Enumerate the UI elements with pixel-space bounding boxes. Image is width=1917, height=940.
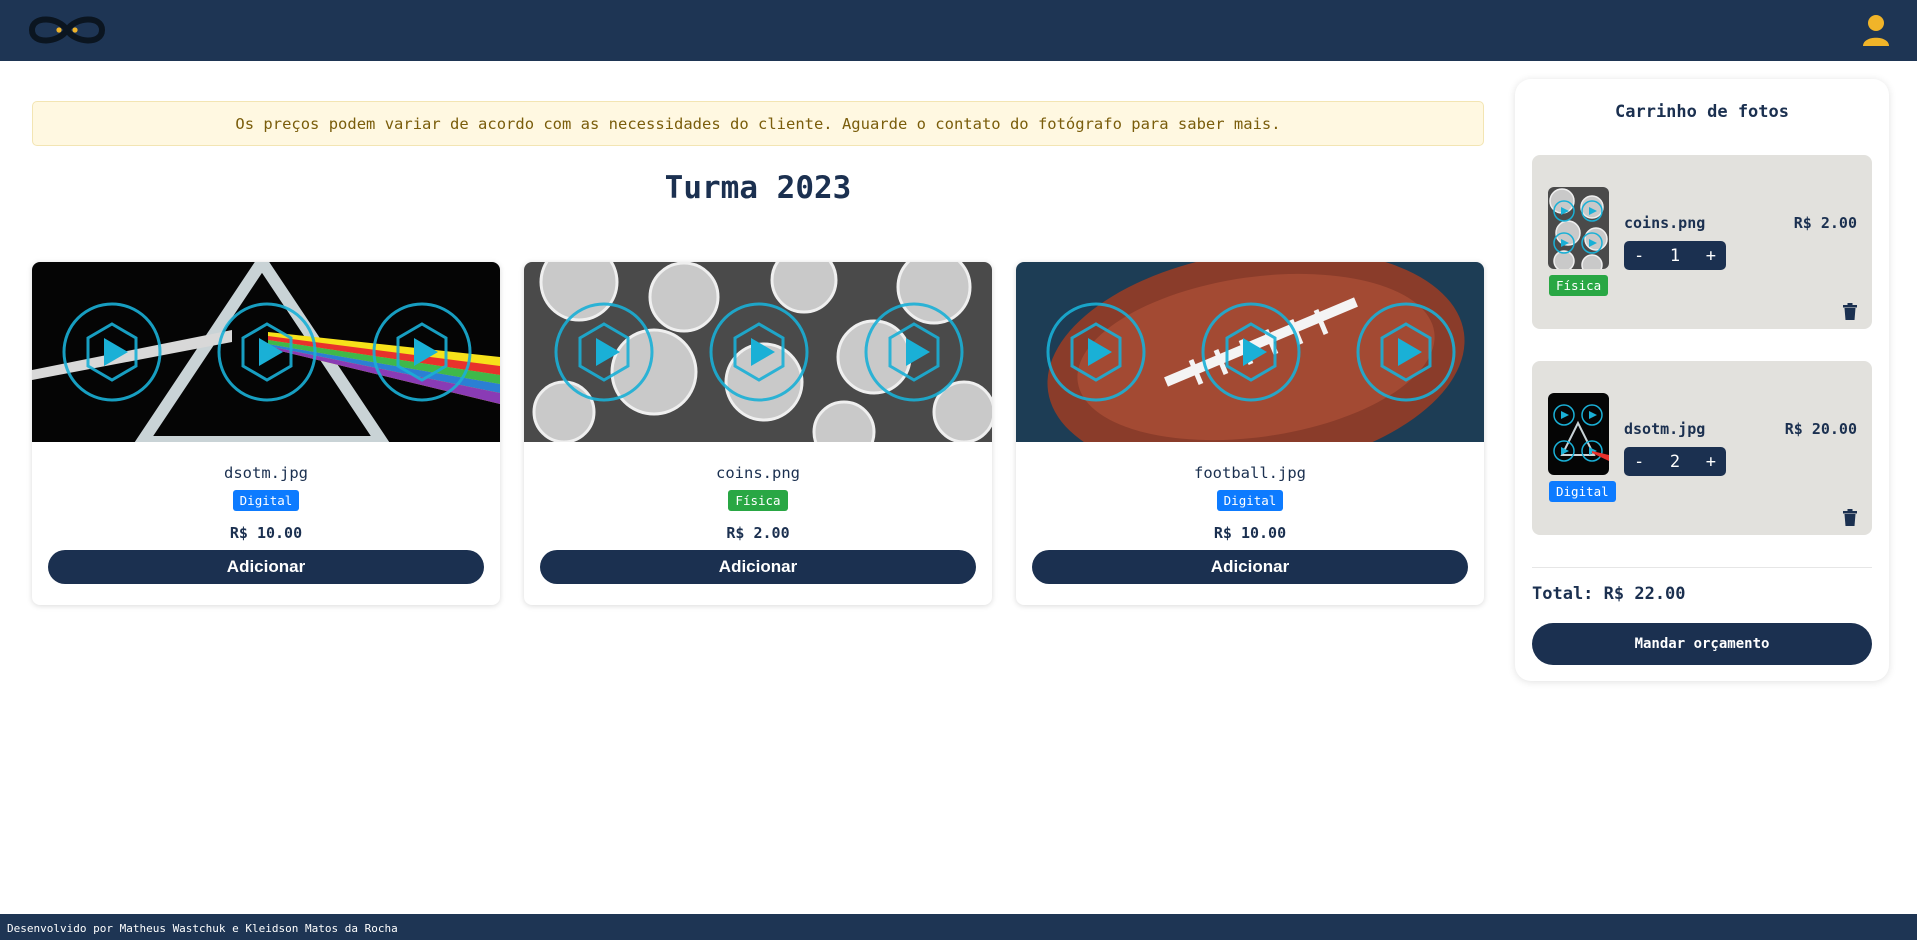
decrease-quantity-button[interactable]: - — [1634, 452, 1644, 472]
type-badge: Digital — [232, 490, 300, 511]
photo-price: R$ 10.00 — [1213, 524, 1287, 542]
photo-thumbnail[interactable] — [524, 262, 992, 442]
photo-name: coins.png — [716, 464, 800, 482]
photo-price: R$ 10.00 — [229, 524, 303, 542]
photo-name: dsotm.jpg — [224, 464, 308, 482]
cart-item-name: dsotm.jpg — [1624, 420, 1706, 438]
increase-quantity-button[interactable]: + — [1706, 452, 1716, 472]
photo-price: R$ 2.00 — [726, 524, 790, 542]
cart-item: Física coins.png R$ 2.00 - 1 + — [1532, 155, 1872, 329]
decrease-quantity-button[interactable]: - — [1634, 246, 1644, 266]
photo-name: football.jpg — [1194, 464, 1306, 482]
photo-card: coins.png Física R$ 2.00 Adicionar — [524, 262, 992, 605]
cart-total: Total: R$ 22.00 — [1532, 584, 1686, 604]
photo-card: football.jpg Digital R$ 10.00 Adicionar — [1016, 262, 1484, 605]
photo-thumbnail[interactable] — [32, 262, 500, 442]
cart-title: Carrinho de fotos — [1615, 102, 1789, 122]
increase-quantity-button[interactable]: + — [1706, 246, 1716, 266]
gallery-title: Turma 2023 — [664, 170, 852, 206]
type-badge: Digital — [1216, 490, 1284, 511]
trash-icon[interactable] — [1843, 509, 1857, 526]
type-badge: Digital — [1549, 481, 1616, 502]
price-notice: Os preços podem variar de acordo com as … — [32, 101, 1484, 146]
footer: Desenvolvido por Matheus Wastchuk e Klei… — [0, 914, 1917, 940]
quantity-stepper: - 2 + — [1624, 447, 1726, 476]
quantity-stepper: - 1 + — [1624, 241, 1726, 270]
send-quote-button[interactable]: Mandar orçamento — [1532, 623, 1872, 665]
cart-item-price: R$ 20.00 — [1784, 420, 1857, 438]
add-to-cart-button[interactable]: Adicionar — [540, 550, 976, 584]
cart-item-name: coins.png — [1624, 214, 1706, 232]
type-badge: Física — [1549, 275, 1609, 296]
cart-item: Digital dsotm.jpg R$ 20.00 - 2 + — [1532, 361, 1872, 535]
user-icon[interactable] — [1862, 14, 1890, 46]
trash-icon[interactable] — [1843, 303, 1857, 320]
cart-item-price: R$ 2.00 — [1793, 214, 1857, 232]
photo-cart: Carrinho de fotos Física coins.png R$ 2.… — [1515, 79, 1889, 681]
photo-thumbnail[interactable] — [1016, 262, 1484, 442]
quantity-value: 2 — [1669, 451, 1681, 472]
quantity-value: 1 — [1669, 245, 1681, 266]
add-to-cart-button[interactable]: Adicionar — [48, 550, 484, 584]
top-navbar — [0, 0, 1917, 61]
cart-divider — [1532, 567, 1872, 568]
cart-item-thumbnail — [1548, 187, 1609, 269]
cart-item-thumbnail — [1548, 393, 1609, 475]
type-badge: Física — [728, 490, 788, 511]
photo-card: dsotm.jpg Digital R$ 10.00 Adicionar — [32, 262, 500, 605]
add-to-cart-button[interactable]: Adicionar — [1032, 550, 1468, 584]
infinity-logo-icon[interactable] — [26, 9, 108, 51]
